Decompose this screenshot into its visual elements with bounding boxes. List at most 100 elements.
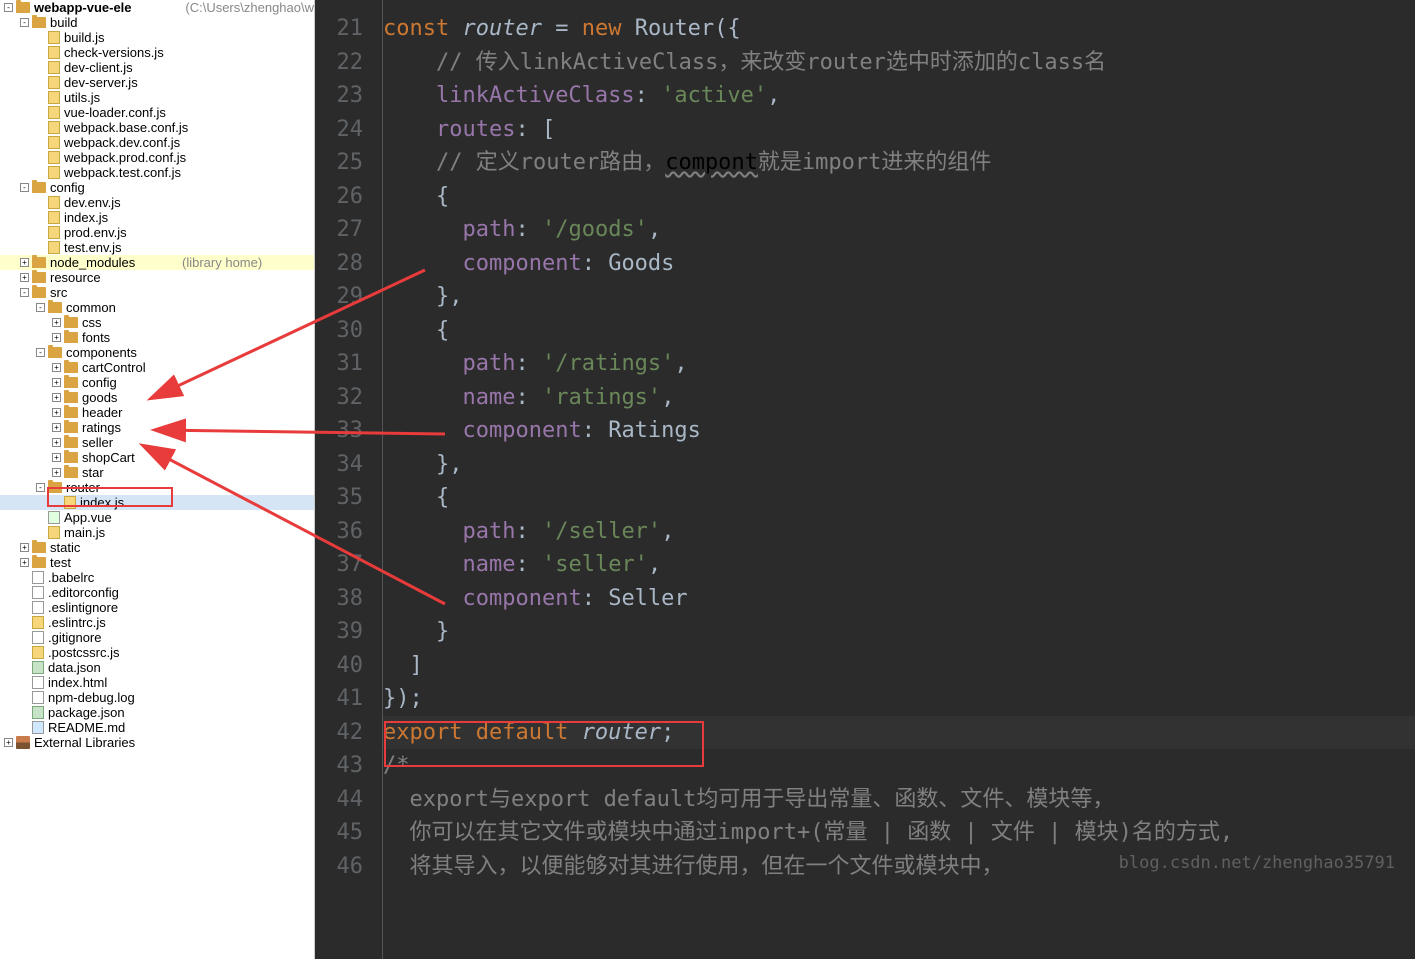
toggle-icon[interactable]: - xyxy=(20,183,29,192)
tree-item-config[interactable]: +config xyxy=(0,375,314,390)
tree-item--eslintignore[interactable]: .eslintignore xyxy=(0,600,314,615)
tree-item-config[interactable]: -config xyxy=(0,180,314,195)
tree-item-readme-md[interactable]: README.md xyxy=(0,720,314,735)
toggle-icon[interactable]: + xyxy=(20,258,29,267)
code-line-28[interactable]: component: Goods xyxy=(383,247,1415,281)
toggle-icon[interactable]: + xyxy=(52,438,61,447)
code-line-42[interactable]: export default router; xyxy=(383,716,1415,750)
code-line-40[interactable]: ] xyxy=(383,649,1415,683)
toggle-icon[interactable]: - xyxy=(20,18,29,27)
code-line-33[interactable]: component: Ratings xyxy=(383,414,1415,448)
code-line-25[interactable]: // 定义router路由，compont就是import进来的组件 xyxy=(383,146,1415,180)
code-line-35[interactable]: { xyxy=(383,481,1415,515)
toggle-icon[interactable]: + xyxy=(52,363,61,372)
tree-item--babelrc[interactable]: .babelrc xyxy=(0,570,314,585)
tree-item-check-versions-js[interactable]: check-versions.js xyxy=(0,45,314,60)
tree-item-seller[interactable]: +seller xyxy=(0,435,314,450)
toggle-icon[interactable]: + xyxy=(52,468,61,477)
tree-item-package-json[interactable]: package.json xyxy=(0,705,314,720)
code-line-29[interactable]: }, xyxy=(383,280,1415,314)
tree-item-test[interactable]: +test xyxy=(0,555,314,570)
toggle-icon[interactable]: + xyxy=(52,378,61,387)
toggle-icon[interactable]: - xyxy=(20,288,29,297)
tree-item-shopcart[interactable]: +shopCart xyxy=(0,450,314,465)
tree-item-css[interactable]: +css xyxy=(0,315,314,330)
tree-item-common[interactable]: -common xyxy=(0,300,314,315)
tree-item-utils-js[interactable]: utils.js xyxy=(0,90,314,105)
project-tree[interactable]: -webapp-vue-ele (C:\Users\zhenghao\w-bui… xyxy=(0,0,315,959)
tree-item-header[interactable]: +header xyxy=(0,405,314,420)
code-editor[interactable]: 2122232425262728293031323334353637383940… xyxy=(315,0,1415,959)
toggle-icon[interactable]: - xyxy=(4,3,13,12)
tree-item-data-json[interactable]: data.json xyxy=(0,660,314,675)
tree-item-webpack-test-conf-js[interactable]: webpack.test.conf.js xyxy=(0,165,314,180)
tree-item--eslintrc-js[interactable]: .eslintrc.js xyxy=(0,615,314,630)
code-line-41[interactable]: }); xyxy=(383,682,1415,716)
tree-item-dev-client-js[interactable]: dev-client.js xyxy=(0,60,314,75)
toggle-icon[interactable]: - xyxy=(36,483,45,492)
tree-item-dev-env-js[interactable]: dev.env.js xyxy=(0,195,314,210)
tree-item-webpack-prod-conf-js[interactable]: webpack.prod.conf.js xyxy=(0,150,314,165)
code-line-23[interactable]: linkActiveClass: 'active', xyxy=(383,79,1415,113)
code-line-32[interactable]: name: 'ratings', xyxy=(383,381,1415,415)
tree-item-webapp-vue-ele[interactable]: -webapp-vue-ele (C:\Users\zhenghao\w xyxy=(0,0,314,15)
code-line-43[interactable]: /* xyxy=(383,749,1415,783)
code-line-30[interactable]: { xyxy=(383,314,1415,348)
tree-item-webpack-base-conf-js[interactable]: webpack.base.conf.js xyxy=(0,120,314,135)
tree-item-cartcontrol[interactable]: +cartControl xyxy=(0,360,314,375)
tree-item-build-js[interactable]: build.js xyxy=(0,30,314,45)
toggle-icon[interactable]: + xyxy=(52,423,61,432)
code-area[interactable]: const router = new Router({ // 传入linkAct… xyxy=(383,0,1415,959)
toggle-icon[interactable]: + xyxy=(52,393,61,402)
tree-item-prod-env-js[interactable]: prod.env.js xyxy=(0,225,314,240)
tree-item-build[interactable]: -build xyxy=(0,15,314,30)
code-line-27[interactable]: path: '/goods', xyxy=(383,213,1415,247)
tree-item--gitignore[interactable]: .gitignore xyxy=(0,630,314,645)
code-line-34[interactable]: }, xyxy=(383,448,1415,482)
code-line-26[interactable]: { xyxy=(383,180,1415,214)
code-line-38[interactable]: component: Seller xyxy=(383,582,1415,616)
tree-item-goods[interactable]: +goods xyxy=(0,390,314,405)
tree-item-main-js[interactable]: main.js xyxy=(0,525,314,540)
toggle-icon[interactable]: + xyxy=(20,273,29,282)
tree-item-npm-debug-log[interactable]: npm-debug.log xyxy=(0,690,314,705)
tree-item-dev-server-js[interactable]: dev-server.js xyxy=(0,75,314,90)
tree-item-index-js[interactable]: index.js xyxy=(0,210,314,225)
toggle-icon[interactable]: - xyxy=(36,348,45,357)
tree-item-router[interactable]: -router xyxy=(0,480,314,495)
toggle-icon[interactable]: + xyxy=(52,453,61,462)
code-line-24[interactable]: routes: [ xyxy=(383,113,1415,147)
toggle-icon[interactable]: + xyxy=(52,318,61,327)
toggle-icon[interactable]: + xyxy=(20,543,29,552)
tree-item-app-vue[interactable]: App.vue xyxy=(0,510,314,525)
tree-item-fonts[interactable]: +fonts xyxy=(0,330,314,345)
toggle-icon[interactable]: + xyxy=(52,333,61,342)
code-line-22[interactable]: // 传入linkActiveClass，来改变router选中时添加的clas… xyxy=(383,46,1415,80)
tree-item-src[interactable]: -src xyxy=(0,285,314,300)
tree-item-components[interactable]: -components xyxy=(0,345,314,360)
tree-item--postcssrc-js[interactable]: .postcssrc.js xyxy=(0,645,314,660)
code-line-45[interactable]: 你可以在其它文件或模块中通过import+(常量 | 函数 | 文件 | 模块)… xyxy=(383,816,1415,850)
tree-item-resource[interactable]: +resource xyxy=(0,270,314,285)
code-line-39[interactable]: } xyxy=(383,615,1415,649)
code-line-37[interactable]: name: 'seller', xyxy=(383,548,1415,582)
toggle-icon[interactable]: + xyxy=(20,558,29,567)
tree-item--editorconfig[interactable]: .editorconfig xyxy=(0,585,314,600)
toggle-icon[interactable]: + xyxy=(4,738,13,747)
code-line-21[interactable]: const router = new Router({ xyxy=(383,12,1415,46)
tree-item-static[interactable]: +static xyxy=(0,540,314,555)
tree-item-test-env-js[interactable]: test.env.js xyxy=(0,240,314,255)
code-line-31[interactable]: path: '/ratings', xyxy=(383,347,1415,381)
tree-item-webpack-dev-conf-js[interactable]: webpack.dev.conf.js xyxy=(0,135,314,150)
tree-item-node-modules[interactable]: +node_modules (library home) xyxy=(0,255,314,270)
tree-item-index-js[interactable]: index.js xyxy=(0,495,314,510)
tree-item-vue-loader-conf-js[interactable]: vue-loader.conf.js xyxy=(0,105,314,120)
tree-item-star[interactable]: +star xyxy=(0,465,314,480)
tree-item-ratings[interactable]: +ratings xyxy=(0,420,314,435)
code-line-36[interactable]: path: '/seller', xyxy=(383,515,1415,549)
tree-item-index-html[interactable]: index.html xyxy=(0,675,314,690)
toggle-icon[interactable]: + xyxy=(52,408,61,417)
toggle-icon[interactable]: - xyxy=(36,303,45,312)
code-line-44[interactable]: export与export default均可用于导出常量、函数、文件、模块等， xyxy=(383,783,1415,817)
tree-item-external-libraries[interactable]: +External Libraries xyxy=(0,735,314,750)
